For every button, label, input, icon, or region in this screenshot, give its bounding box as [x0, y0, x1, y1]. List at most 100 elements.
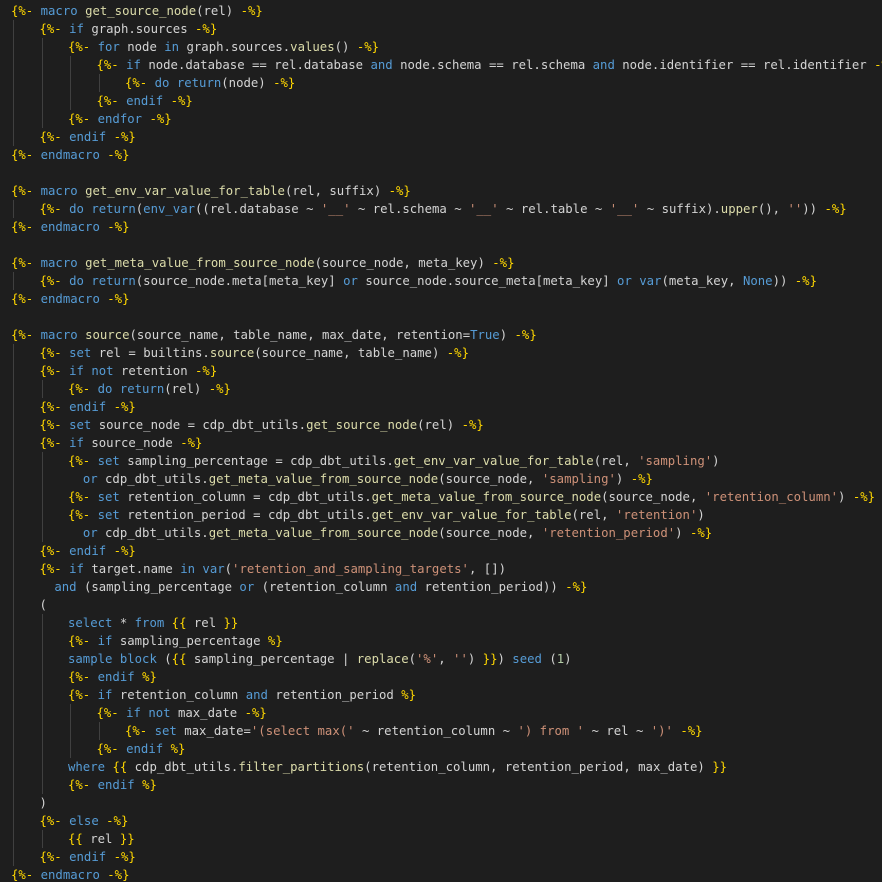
code-token: -%} — [461, 418, 484, 432]
code-line[interactable]: ) — [0, 794, 882, 812]
code-token: 'retention' — [615, 508, 698, 522]
code-line[interactable]: {%- if node.database == rel.database and… — [0, 56, 882, 74]
indent-guide — [13, 92, 14, 110]
code-line[interactable]: {%- set retention_column = cdp_dbt_utils… — [0, 488, 882, 506]
code-line[interactable]: {%- endmacro -%} — [0, 146, 882, 164]
indent-guide — [41, 56, 43, 74]
code-token: endif — [97, 670, 135, 684]
code-token: {{ — [171, 652, 187, 666]
code-line[interactable]: {%- for node in graph.sources.values() -… — [0, 38, 882, 56]
code-line[interactable]: where {{ cdp_dbt_utils.filter_partitions… — [0, 758, 882, 776]
indent-guide — [70, 704, 71, 722]
code-token: ( — [164, 652, 172, 666]
code-line[interactable]: {%- endmacro -%} — [0, 218, 882, 236]
code-line[interactable]: {%- if source_node -%} — [0, 434, 882, 452]
code-token: retention_column — [127, 490, 246, 504]
code-token: ( — [254, 346, 262, 360]
code-line[interactable]: {%- set max_date='(select max(' ~ retent… — [0, 722, 882, 740]
code-token: . — [223, 40, 231, 54]
code-line[interactable]: {%- set sampling_percentage = cdp_dbt_ut… — [0, 452, 882, 470]
code-line[interactable]: {%- endmacro -%} — [0, 866, 882, 882]
code-line[interactable]: {%- do return(node) -%} — [0, 74, 882, 92]
code-token: source_name — [261, 346, 344, 360]
code-line[interactable]: {%- if sampling_percentage %} — [0, 632, 882, 650]
code-line[interactable]: {%- endif -%} — [0, 848, 882, 866]
code-line[interactable]: select * from {{ rel }} — [0, 614, 882, 632]
code-line[interactable]: {%- endif %} — [0, 668, 882, 686]
indent-guide — [13, 110, 14, 128]
code-line[interactable]: {%- else -%} — [0, 812, 882, 830]
code-token: {%- — [68, 454, 91, 468]
code-line[interactable]: {%- if target.name in var('retention_and… — [0, 560, 882, 578]
code-token: rel — [90, 832, 113, 846]
code-line[interactable]: {{ rel }} — [0, 830, 882, 848]
code-line[interactable]: or cdp_dbt_utils.get_meta_value_from_sou… — [0, 524, 882, 542]
code-line[interactable] — [0, 308, 882, 326]
code-line-text: {%- endmacro -%} — [11, 220, 129, 234]
code-line[interactable]: {%- if retention_column and retention_pe… — [0, 686, 882, 704]
code-token: endif — [69, 544, 107, 558]
indent-guide — [13, 830, 14, 848]
code-line[interactable]: {%- macro get_env_var_value_for_table(re… — [0, 182, 882, 200]
indent-guide — [41, 740, 43, 758]
code-line-text: {%- if source_node -%} — [11, 436, 203, 450]
code-token: select — [68, 616, 113, 630]
code-token: = — [243, 724, 251, 738]
code-line[interactable]: {%- set retention_period = cdp_dbt_utils… — [0, 506, 882, 524]
code-line[interactable]: {%- if not max_date -%} — [0, 704, 882, 722]
code-line[interactable]: {%- endif -%} — [0, 128, 882, 146]
code-token: -%} — [195, 364, 218, 378]
code-token: meta_key — [543, 274, 603, 288]
code-token: True — [470, 328, 500, 342]
code-line[interactable] — [0, 164, 882, 182]
code-token: where — [68, 760, 106, 774]
code-token: , — [438, 652, 446, 666]
code-line[interactable]: and (sampling_percentage or (retention_c… — [0, 578, 882, 596]
code-line[interactable]: {%- if not retention -%} — [0, 362, 882, 380]
code-token: -%} — [107, 220, 130, 234]
code-line[interactable]: {%- macro get_meta_value_from_source_nod… — [0, 254, 882, 272]
code-line[interactable]: {%- do return(source_node.meta[meta_key]… — [0, 272, 882, 290]
code-line[interactable] — [0, 236, 882, 254]
code-line[interactable]: {%- set source_node = cdp_dbt_utils.get_… — [0, 416, 882, 434]
code-token: max_date — [322, 328, 382, 342]
code-token: {%- — [68, 778, 91, 792]
code-line[interactable]: sample block ({{ sampling_percentage | r… — [0, 650, 882, 668]
code-token: -%} — [149, 112, 172, 126]
code-line[interactable]: {%- do return(rel) -%} — [0, 380, 882, 398]
code-line[interactable]: {%- macro get_source_node(rel) -%} — [0, 2, 882, 20]
code-line[interactable]: or cdp_dbt_utils.get_meta_value_from_sou… — [0, 470, 882, 488]
code-line[interactable]: {%- macro source(source_name, table_name… — [0, 326, 882, 344]
code-token: -%} — [446, 346, 469, 360]
code-line[interactable]: {%- endif -%} — [0, 92, 882, 110]
code-token: get_meta_value_from_source_node — [208, 526, 439, 540]
code-line[interactable]: {%- endfor -%} — [0, 110, 882, 128]
code-line[interactable]: {%- do return(env_var((rel.database ~ '_… — [0, 200, 882, 218]
code-token: macro — [40, 184, 78, 198]
code-line[interactable]: {%- set rel = builtins.source(source_nam… — [0, 344, 882, 362]
code-line-text: {%- endif -%} — [11, 850, 136, 864]
code-line[interactable]: {%- endmacro -%} — [0, 290, 882, 308]
code-editor[interactable]: {%- macro get_source_node(rel) -%} {%- if… — [0, 0, 882, 882]
code-line[interactable]: {%- endif -%} — [0, 398, 882, 416]
code-token: ( — [571, 508, 579, 522]
code-token: ) — [802, 202, 810, 216]
code-line[interactable]: {%- endif %} — [0, 776, 882, 794]
code-line[interactable]: {%- endif -%} — [0, 542, 882, 560]
code-line[interactable]: {%- endif %} — [0, 740, 882, 758]
code-token: if — [69, 436, 84, 450]
code-line[interactable]: {%- if graph.sources -%} — [0, 20, 882, 38]
indent-guide — [13, 488, 14, 506]
code-line[interactable]: ( — [0, 596, 882, 614]
